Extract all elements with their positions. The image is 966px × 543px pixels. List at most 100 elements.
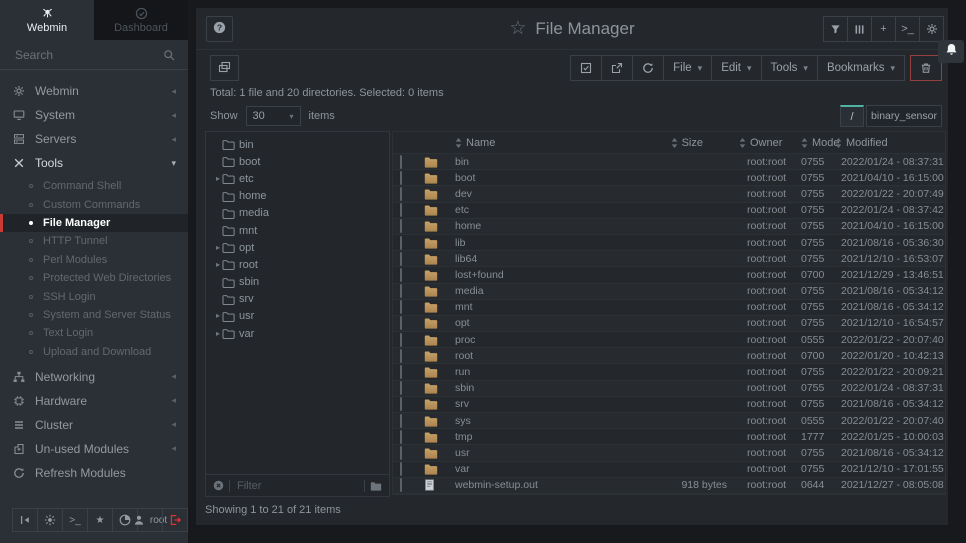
expand-arrow-icon[interactable]: ▸ [206,244,222,252]
collapse-sidebar-button[interactable] [12,508,38,532]
sidebar-item-perl-modules[interactable]: Perl Modules [0,251,188,269]
table-row-home[interactable]: homeroot:root07552021/04/10 - 16:15:00 [393,219,945,235]
breadcrumb-current[interactable]: binary_sensor [866,105,942,127]
sidebar-item-cluster[interactable]: Cluster◂ [0,413,188,437]
tree-item-var[interactable]: ▸var [206,325,389,342]
file-name[interactable]: usr [455,447,633,459]
row-checkbox[interactable] [400,381,402,395]
row-checkbox[interactable] [400,414,402,428]
tab-dashboard[interactable]: Dashboard [94,0,188,40]
file-name[interactable]: boot [455,172,633,184]
table-row-lib[interactable]: libroot:root07552021/08/16 - 05:36:30 [393,235,945,251]
column-header-name[interactable]: Name [455,137,633,149]
tree-item-srv[interactable]: srv [206,291,389,308]
table-row-lib64[interactable]: lib64root:root07552021/12/10 - 16:53:07 [393,251,945,267]
row-checkbox[interactable] [400,268,402,282]
table-row-proc[interactable]: procroot:root05552022/01/22 - 20:07:40 [393,332,945,348]
expand-arrow-icon[interactable]: ▸ [206,175,222,183]
file-name[interactable]: opt [455,317,633,329]
expand-arrow-icon[interactable]: ▸ [206,261,222,269]
favorite-star-icon[interactable]: ☆ [509,19,526,38]
file-name[interactable]: home [455,220,633,232]
row-checkbox[interactable] [400,219,402,233]
breadcrumb-root-button[interactable]: / [840,105,864,127]
row-checkbox[interactable] [400,430,402,444]
sidebar-item-networking[interactable]: Networking◂ [0,365,188,389]
table-row-boot[interactable]: bootroot:root07552021/04/10 - 16:15:00 [393,170,945,186]
file-name[interactable]: srv [455,398,633,410]
file-name[interactable]: lib64 [455,253,633,265]
table-row-run[interactable]: runroot:root07552022/01/22 - 20:09:21 [393,364,945,380]
select-all-button[interactable] [570,55,602,81]
filter-button[interactable] [823,16,848,42]
sidebar-item-system[interactable]: System◂ [0,103,188,127]
sidebar-item-upload-and-download[interactable]: Upload and Download [0,343,188,361]
terminal-button[interactable]: >_ [895,16,920,42]
file-name[interactable]: sys [455,415,633,427]
tab-webmin[interactable]: Webmin [0,0,94,40]
table-row-etc[interactable]: etcroot:root07552022/01/24 - 08:37:42 [393,203,945,219]
row-checkbox[interactable] [400,236,402,250]
row-checkbox[interactable] [400,365,402,379]
row-checkbox[interactable] [400,187,402,201]
file-name[interactable]: sbin [455,382,633,394]
add-button[interactable]: + [871,16,896,42]
search-input[interactable] [13,47,157,63]
file-name[interactable]: dev [455,188,633,200]
terminal-button[interactable]: >_ [62,508,88,532]
table-row-sbin[interactable]: sbinroot:root07552022/01/24 - 08:37:31 [393,381,945,397]
table-row-dev[interactable]: devroot:root07552022/01/22 - 20:07:49 [393,186,945,202]
file-name[interactable]: lost+found [455,269,633,281]
table-row-tmp[interactable]: tmproot:root17772022/01/25 - 10:00:03 [393,429,945,445]
clear-filter-icon[interactable] [213,480,224,491]
table-row-opt[interactable]: optroot:root07552021/12/10 - 16:54:57 [393,316,945,332]
table-row-srv[interactable]: srvroot:root07552021/08/16 - 05:34:12 [393,397,945,413]
menu-tools-button[interactable]: Tools▾ [761,55,818,81]
table-row-webmin-setup-out[interactable]: webmin-setup.out918 bytesroot:root064420… [393,478,945,494]
file-name[interactable]: var [455,463,633,475]
file-name[interactable]: proc [455,334,633,346]
table-row-sys[interactable]: sysroot:root05552022/01/22 - 20:07:40 [393,413,945,429]
row-checkbox[interactable] [400,446,402,460]
sidebar-item-un-used-modules[interactable]: Un-used Modules◂ [0,437,188,461]
column-header-mode[interactable]: Mode [799,137,833,149]
tree-item-boot[interactable]: boot [206,153,389,170]
sidebar-item-hardware[interactable]: Hardware◂ [0,389,188,413]
sidebar-item-protected-web-directories[interactable]: Protected Web Directories [0,269,188,287]
row-checkbox[interactable] [400,203,402,217]
refresh-button[interactable] [632,55,664,81]
menu-file-button[interactable]: File▾ [663,55,712,81]
file-name[interactable]: tmp [455,431,633,443]
table-row-mnt[interactable]: mntroot:root07552021/08/16 - 05:34:12 [393,300,945,316]
items-per-page-select[interactable]: 30 ▾ [246,106,301,126]
row-checkbox[interactable] [400,171,402,185]
tree-item-opt[interactable]: ▸opt [206,239,389,256]
table-row-var[interactable]: varroot:root07552021/12/10 - 17:01:55 [393,462,945,478]
tree-item-home[interactable]: home [206,188,389,205]
tree-item-sbin[interactable]: sbin [206,274,389,291]
logout-button[interactable] [162,508,188,532]
tree-item-mnt[interactable]: mnt [206,222,389,239]
sidebar-item-text-login[interactable]: Text Login [0,324,188,342]
column-header-owner[interactable]: Owner [729,137,799,149]
table-row-lost-found[interactable]: lost+foundroot:root07002021/12/29 - 13:4… [393,267,945,283]
column-header-modified[interactable]: Modified [833,137,945,149]
theme-sun-button[interactable] [37,508,63,532]
sidebar-item-custom-commands[interactable]: Custom Commands [0,195,188,213]
tree-item-usr[interactable]: ▸usr [206,308,389,325]
tree-item-etc[interactable]: ▸etc [206,170,389,187]
sidebar-item-servers[interactable]: Servers◂ [0,127,188,151]
file-name[interactable]: bin [455,156,633,168]
switch-view-button[interactable] [210,55,239,81]
row-checkbox[interactable] [400,300,402,314]
expand-arrow-icon[interactable]: ▸ [206,330,222,338]
file-name[interactable]: lib [455,237,633,249]
favorites-star-button[interactable]: ★ [87,508,113,532]
file-name[interactable]: run [455,366,633,378]
row-checkbox[interactable] [400,252,402,266]
row-checkbox[interactable] [400,478,402,492]
row-checkbox[interactable] [400,316,402,330]
file-name[interactable]: mnt [455,301,633,313]
sidebar-item-command-shell[interactable]: Command Shell [0,177,188,195]
columns-button[interactable] [847,16,872,42]
